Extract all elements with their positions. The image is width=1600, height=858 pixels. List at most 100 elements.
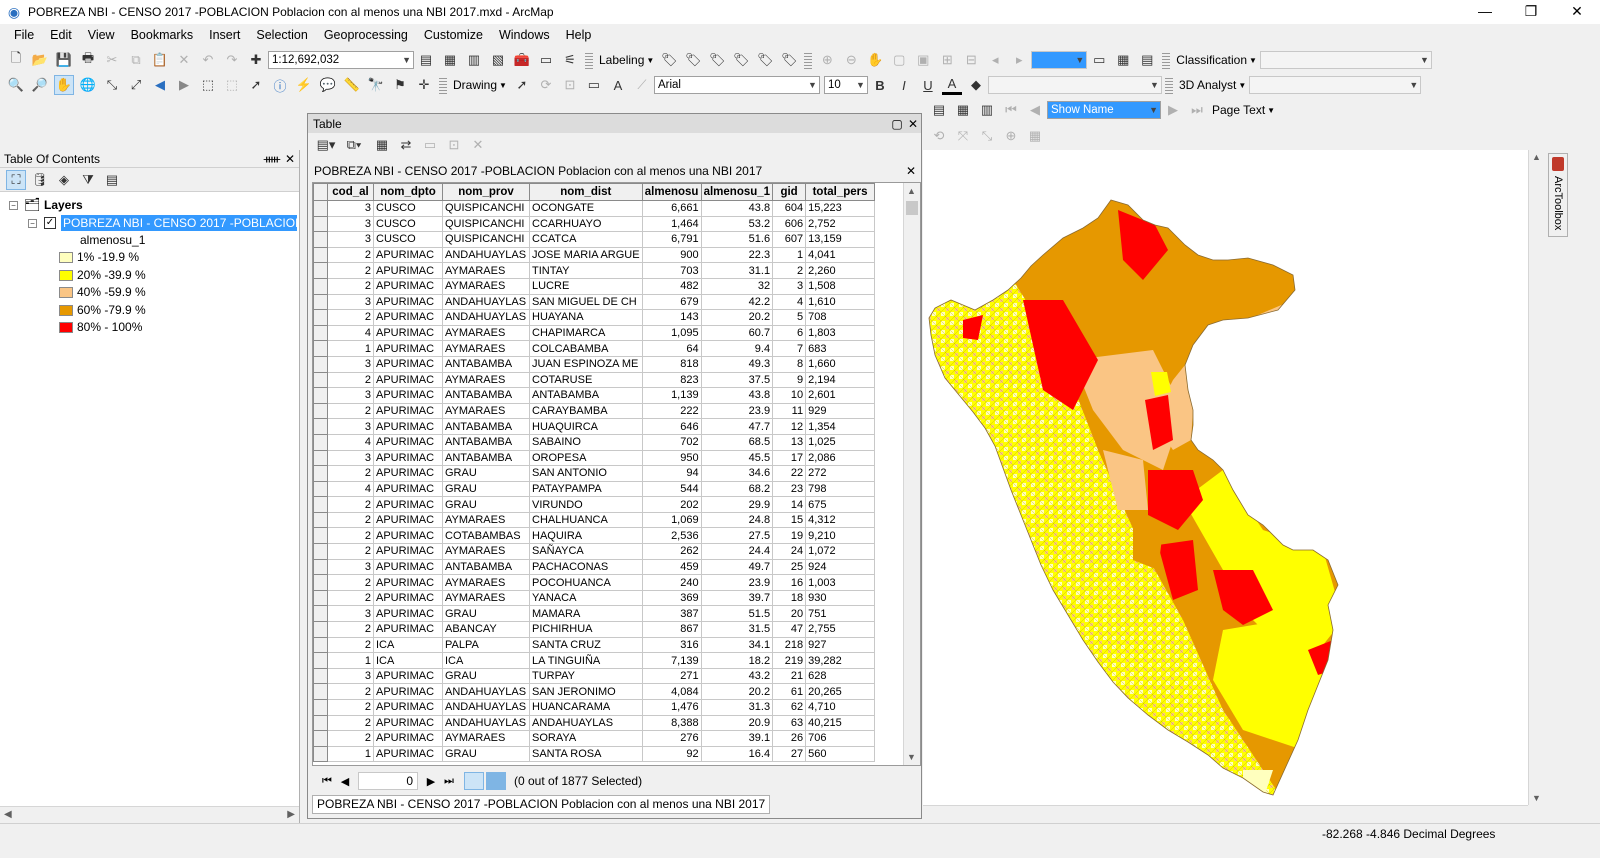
table-cell[interactable]: 3: [327, 200, 374, 217]
table-cell[interactable]: 369: [641, 589, 702, 607]
row-selector[interactable]: [313, 636, 328, 654]
table-cell[interactable]: SABAINO: [529, 433, 643, 451]
table-cell[interactable]: 219: [772, 652, 807, 669]
table-cell[interactable]: 604: [772, 200, 807, 217]
table-cell[interactable]: 1,508: [805, 277, 876, 295]
table-cell[interactable]: 47.7: [700, 418, 774, 435]
table-cell[interactable]: AYMARAES: [442, 262, 530, 279]
toolbar-grip[interactable]: [439, 76, 447, 94]
table-cell[interactable]: HUANCARAMA: [529, 699, 643, 716]
table-cell[interactable]: ANTABAMBA: [442, 449, 530, 467]
table-cell[interactable]: 1,095: [641, 324, 702, 342]
toolbar-grip[interactable]: [585, 51, 593, 69]
table-cell[interactable]: APURIMAC: [373, 262, 443, 279]
table-cell[interactable]: 2: [327, 574, 374, 591]
table-cell[interactable]: 1,069: [641, 511, 702, 529]
table-cell[interactable]: 60.7: [700, 324, 774, 342]
table-row[interactable]: 2 APURIMAC ANDAHUAYLAS JOSE MARIA ARGUE 900 2…: [313, 246, 876, 264]
table-row[interactable]: 2 APURIMAC ANDAHUAYLAS SAN JERONIMO 4,084 20.…: [313, 683, 876, 700]
table-cell[interactable]: 2: [327, 371, 374, 389]
maximize-icon[interactable]: ▢: [889, 117, 905, 131]
table-row[interactable]: 2 ICA PALPA SANTA CRUZ 316 34.1 218 927: [313, 636, 876, 654]
table-cell[interactable]: 222: [641, 402, 702, 420]
toc-close-button[interactable]: ✕: [281, 150, 299, 167]
switch-selection-icon[interactable]: ⇄: [396, 135, 416, 155]
table-cell[interactable]: 683: [805, 340, 876, 357]
table-cell[interactable]: 53.2: [700, 215, 774, 233]
table-cell[interactable]: 20: [772, 605, 807, 623]
page-text-menu[interactable]: Page Text ▼: [1209, 103, 1278, 117]
table-cell[interactable]: 2: [327, 277, 374, 295]
table-cell[interactable]: 13,159: [805, 231, 876, 248]
bold-button[interactable]: B: [870, 75, 890, 95]
table-cell[interactable]: POCOHUANCA: [529, 574, 643, 591]
menu-help[interactable]: Help: [558, 24, 600, 46]
map-vertical-scrollbar[interactable]: ▲ ▼: [1528, 150, 1545, 805]
table-row[interactable]: 3 APURIMAC GRAU TURPAY 271 43.2 21 628: [313, 667, 876, 685]
table-row[interactable]: 4 APURIMAC AYMARAES CHAPIMARCA 1,095 60.7 6 1,8…: [313, 324, 876, 342]
table-cell[interactable]: 2: [327, 511, 374, 529]
list-by-selection-icon[interactable]: ⧩: [78, 170, 98, 190]
table-cell[interactable]: 2: [327, 683, 374, 700]
table-cell[interactable]: LUCRE: [529, 277, 643, 295]
table-cell[interactable]: 1,139: [641, 387, 702, 404]
row-selector[interactable]: [313, 324, 328, 342]
table-cell[interactable]: 22: [772, 465, 807, 482]
paste-icon[interactable]: 📋: [150, 50, 170, 70]
table-cell[interactable]: 1,660: [805, 355, 876, 373]
table-cell[interactable]: CUSCO: [373, 215, 443, 233]
table-cell[interactable]: 4,084: [641, 683, 702, 700]
table-cell[interactable]: 39,282: [805, 652, 876, 669]
table-cell[interactable]: 39.1: [700, 730, 774, 747]
table-cell[interactable]: GRAU: [442, 745, 530, 763]
find-icon[interactable]: 🔭: [366, 75, 386, 95]
table-cell[interactable]: 1: [327, 745, 374, 763]
table-cell[interactable]: APURIMAC: [373, 355, 443, 373]
table-cell[interactable]: 6,661: [641, 200, 702, 217]
table-cell[interactable]: 2,601: [805, 387, 876, 404]
row-selector[interactable]: [313, 433, 328, 451]
zoom-out-icon[interactable]: 🔎: [30, 75, 50, 95]
table-cell[interactable]: 17: [772, 449, 807, 467]
table-cell[interactable]: 703: [641, 262, 702, 279]
lock-labels-icon[interactable]: 🏷: [731, 50, 751, 70]
zoom-selected-elements-icon[interactable]: ⊡: [560, 75, 580, 95]
table-cell[interactable]: 12: [772, 418, 807, 435]
table-cell[interactable]: 25: [772, 558, 807, 576]
table-cell[interactable]: 24.8: [700, 511, 774, 529]
table-row[interactable]: 2 APURIMAC ANDAHUAYLAS ANDAHUAYLAS 8,388 20.9…: [313, 714, 876, 732]
table-cell[interactable]: 1,025: [805, 433, 876, 451]
table-row[interactable]: 3 APURIMAC ANTABAMBA OROPESA 950 45.5 17 2,086: [313, 449, 876, 467]
table-cell[interactable]: 679: [641, 293, 702, 311]
table-window-caption[interactable]: Table ▢ ✕: [308, 114, 921, 133]
table-cell[interactable]: APURIMAC: [373, 293, 443, 311]
table-row[interactable]: 3 APURIMAC ANTABAMBA HUAQUIRCA 646 47.7 12 1,35…: [313, 418, 876, 435]
table-row[interactable]: 1 ICA ICA LA TINGUIÑA 7,139 18.2 219 39,282: [313, 652, 876, 669]
table-cell[interactable]: 1,476: [641, 699, 702, 716]
georef-rotate-icon[interactable]: ⟲: [929, 126, 949, 146]
table-cell[interactable]: 950: [641, 449, 702, 467]
row-selector[interactable]: [313, 745, 328, 763]
select-elements-arrow-icon[interactable]: ➚: [512, 75, 532, 95]
table-cell[interactable]: GRAU: [442, 605, 530, 623]
editor-toolbar-icon[interactable]: ▤: [416, 50, 436, 70]
table-cell[interactable]: 1,464: [641, 215, 702, 233]
table-cell[interactable]: 4: [327, 324, 374, 342]
table-cell[interactable]: APURIMAC: [373, 433, 443, 451]
table-cell[interactable]: 20.9: [700, 714, 774, 732]
table-cell[interactable]: ABANCAY: [442, 621, 530, 638]
table-cell[interactable]: 8: [772, 355, 807, 373]
table-cell[interactable]: SAÑAYCA: [529, 543, 643, 560]
table-cell[interactable]: ANTABAMBA: [442, 355, 530, 373]
table-cell[interactable]: 3: [327, 293, 374, 311]
layout-zoom-combo[interactable]: ▼: [1031, 51, 1088, 69]
layer-visibility-checkbox[interactable]: ✓: [44, 217, 56, 229]
table-cell[interactable]: 26: [772, 730, 807, 747]
table-cell[interactable]: 23.9: [700, 402, 774, 420]
table-cell[interactable]: 1,354: [805, 418, 876, 435]
table-cell[interactable]: APURIMAC: [373, 449, 443, 467]
table-cell[interactable]: 202: [641, 496, 702, 513]
legend-swatch[interactable]: [59, 322, 73, 333]
table-close-icon[interactable]: ✕: [905, 117, 921, 131]
table-cell[interactable]: 1,610: [805, 293, 876, 311]
